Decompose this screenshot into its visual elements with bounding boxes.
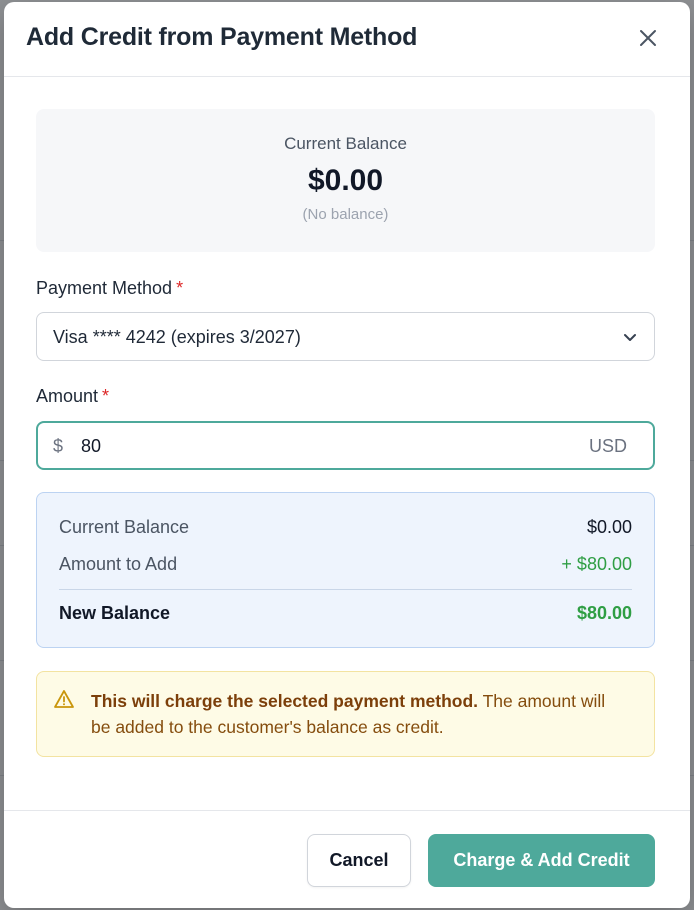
payment-method-label: Payment Method * — [36, 278, 183, 299]
close-button[interactable] — [636, 26, 660, 50]
amount-input[interactable]: $ 80 USD — [36, 421, 655, 470]
summary-new-value: $80.00 — [576, 603, 632, 623]
current-balance-card: Current Balance $0.00 (No balance) — [36, 109, 655, 252]
balance-card-label: Current Balance — [284, 134, 407, 153]
charge-add-credit-button[interactable]: Charge & Add Credit — [428, 834, 655, 887]
summary-current-label: Current Balance — [59, 517, 190, 537]
summary-divider — [59, 589, 632, 590]
balance-card-amount: $0.00 — [307, 164, 384, 197]
summary-current-value: $0.00 — [586, 517, 632, 537]
summary-new-label: New Balance — [59, 603, 171, 623]
summary-add-label: Amount to Add — [59, 554, 178, 574]
cancel-button[interactable]: Cancel — [307, 834, 411, 887]
warning-text: This will charge the selected payment me… — [91, 688, 624, 740]
dialog-title: Add Credit from Payment Method — [26, 23, 418, 51]
payment-method-select[interactable]: Visa **** 4242 (expires 3/2027) — [36, 312, 655, 361]
payment-method-value: Visa **** 4242 (expires 3/2027) — [53, 327, 301, 347]
summary-add-value: + $80.00 — [561, 554, 632, 574]
dialog-header: Add Credit from Payment Method — [4, 2, 690, 77]
currency-symbol: $ — [53, 436, 64, 456]
required-mark: * — [176, 278, 184, 298]
footer-divider — [4, 810, 690, 811]
warning-bold-text: This will charge the selected payment me… — [91, 691, 479, 711]
payment-method-label-text: Payment Method — [36, 278, 173, 298]
amount-label: Amount * — [36, 386, 109, 407]
balance-card-note: (No balance) — [302, 206, 389, 223]
amount-label-text: Amount — [36, 386, 99, 406]
warning-icon — [54, 690, 74, 708]
currency-unit: USD — [588, 436, 627, 456]
amount-value[interactable]: 80 — [81, 436, 101, 457]
add-credit-dialog: Add Credit from Payment Method Current B… — [4, 2, 690, 908]
balance-summary: Current Balance $0.00 Amount to Add + $8… — [36, 492, 655, 648]
required-mark: * — [102, 386, 110, 406]
charge-warning: This will charge the selected payment me… — [36, 671, 655, 757]
close-icon — [640, 30, 656, 46]
chevron-down-icon — [624, 334, 636, 341]
